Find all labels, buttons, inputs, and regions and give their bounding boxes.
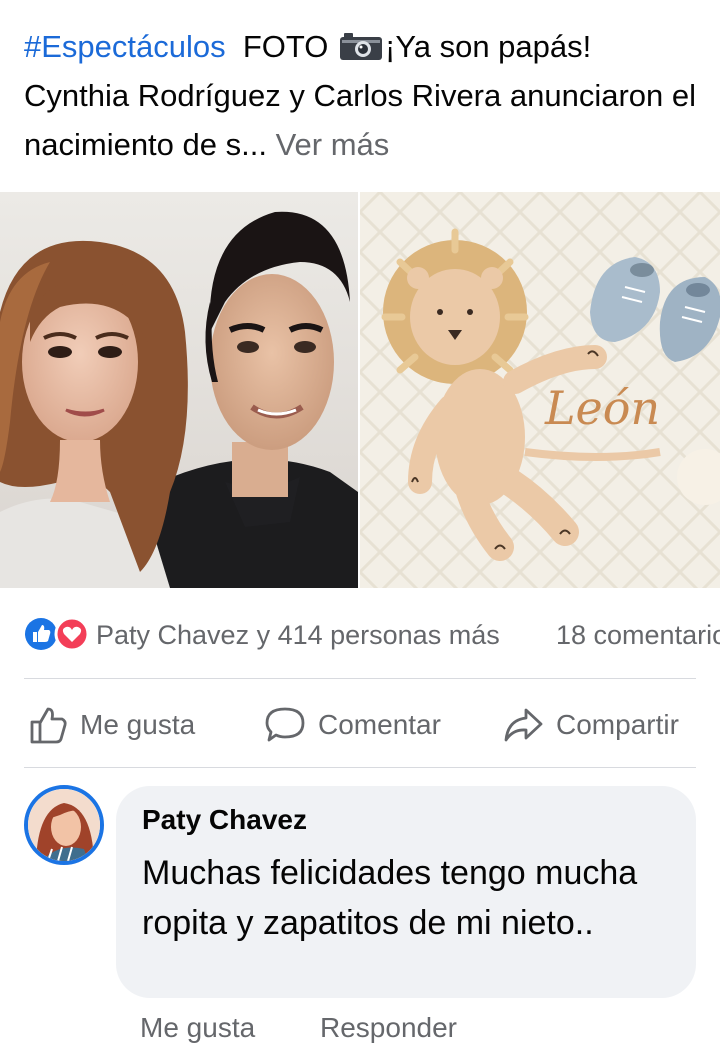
camera-icon xyxy=(340,33,383,60)
comment-button[interactable]: Comentar xyxy=(264,702,441,748)
post-text-prefix: FOTO xyxy=(242,29,329,64)
comment-label: Comentar xyxy=(318,709,441,740)
share-button[interactable]: Compartir xyxy=(502,702,679,748)
photo-name-text: León xyxy=(544,381,660,435)
share-icon xyxy=(504,708,543,742)
avatar[interactable] xyxy=(24,785,104,865)
divider-top xyxy=(24,678,696,679)
like-button[interactable]: Me gusta xyxy=(28,702,195,748)
like-icon xyxy=(25,618,57,650)
reaction-icons xyxy=(25,617,90,651)
love-icon xyxy=(54,617,90,651)
divider-bottom xyxy=(24,767,696,768)
comment-bubble: Paty Chavez Muchas felicidades tengo muc… xyxy=(116,786,696,998)
lion-toy-photo: León xyxy=(360,192,720,588)
comment-text: Muchas felicidades tengo mucha ropita y … xyxy=(142,854,638,942)
reactions-summary[interactable]: Paty Chavez y 414 personas más 18 coment… xyxy=(24,612,720,656)
comment-reply-button[interactable]: Responder xyxy=(320,1012,457,1044)
like-label: Me gusta xyxy=(80,709,196,740)
post-actions: Me gusta Comentar Compartir xyxy=(0,690,720,760)
post-photo[interactable]: León xyxy=(0,192,720,588)
see-more-link[interactable]: Ver más xyxy=(276,127,390,162)
hashtag-link[interactable]: #Espectáculos xyxy=(24,29,226,64)
post-text: #Espectáculos FOTO ¡Ya son papás! Cynthi… xyxy=(24,22,704,169)
comment-icon xyxy=(265,707,305,742)
comments-count[interactable]: 18 comentarios xyxy=(556,620,720,651)
reactions-text[interactable]: Paty Chavez y 414 personas más xyxy=(96,620,500,651)
couple-photo xyxy=(0,192,358,588)
comment-author[interactable]: Paty Chavez xyxy=(142,804,307,836)
thumbs-up-icon xyxy=(30,707,67,744)
comment-like-button[interactable]: Me gusta xyxy=(140,1012,255,1044)
share-label: Compartir xyxy=(556,709,679,740)
